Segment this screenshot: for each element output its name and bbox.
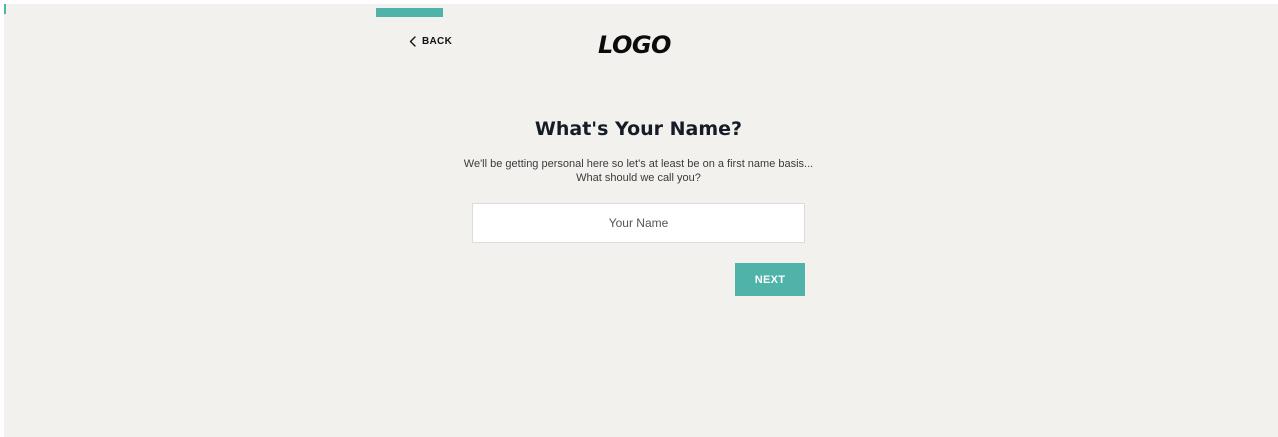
progress-bar [376, 8, 909, 17]
back-button[interactable]: BACK [409, 36, 452, 47]
name-input[interactable] [472, 203, 805, 243]
page-title: What's Your Name? [534, 118, 743, 140]
subtitle-line-2: What should we call you? [576, 172, 701, 184]
progress-bar-fill [376, 8, 443, 17]
subtitle-line-1: We'll be getting personal here so let's … [463, 158, 814, 170]
back-label: BACK [422, 36, 453, 47]
chevron-left-icon [409, 36, 416, 47]
edge-marker [4, 4, 6, 14]
next-button[interactable]: NEXT [735, 263, 805, 296]
logo: LOGO [598, 31, 671, 59]
page-subtitle: We'll be getting personal here so let's … [372, 157, 905, 185]
